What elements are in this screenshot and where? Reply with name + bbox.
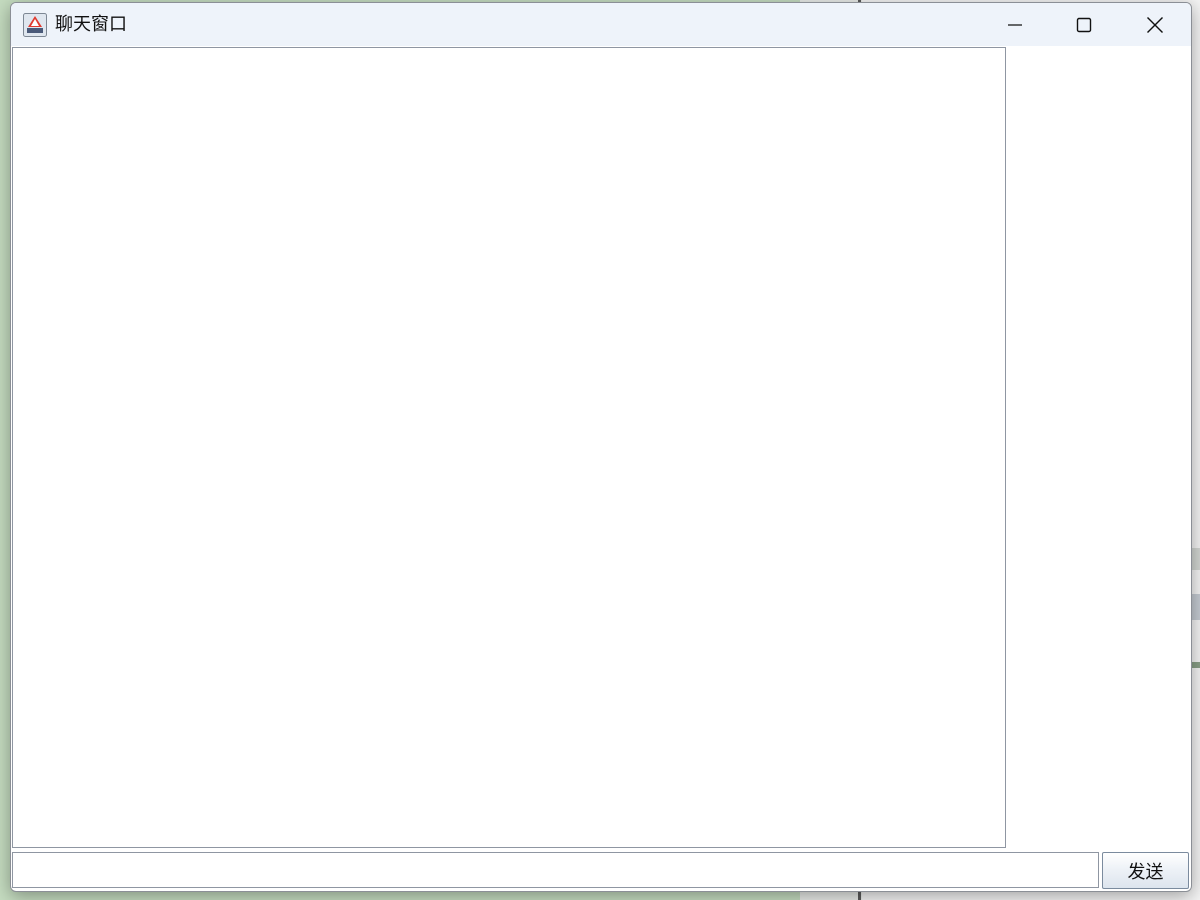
minimize-icon	[1008, 23, 1022, 26]
side-panel	[1007, 47, 1190, 848]
java-app-icon	[23, 13, 47, 37]
send-button[interactable]: 发送	[1102, 852, 1189, 889]
window-title: 聊天窗口	[55, 14, 127, 35]
message-input[interactable]	[12, 852, 1099, 888]
maximize-button[interactable]	[1049, 3, 1119, 46]
close-button[interactable]	[1120, 3, 1190, 46]
chat-window: 聊天窗口 发送	[10, 2, 1192, 892]
minimize-button[interactable]	[980, 3, 1050, 46]
title-bar[interactable]: 聊天窗口	[11, 3, 1191, 46]
maximize-icon	[1076, 17, 1092, 32]
chat-history-area[interactable]	[12, 47, 1006, 848]
close-icon	[1147, 16, 1163, 33]
